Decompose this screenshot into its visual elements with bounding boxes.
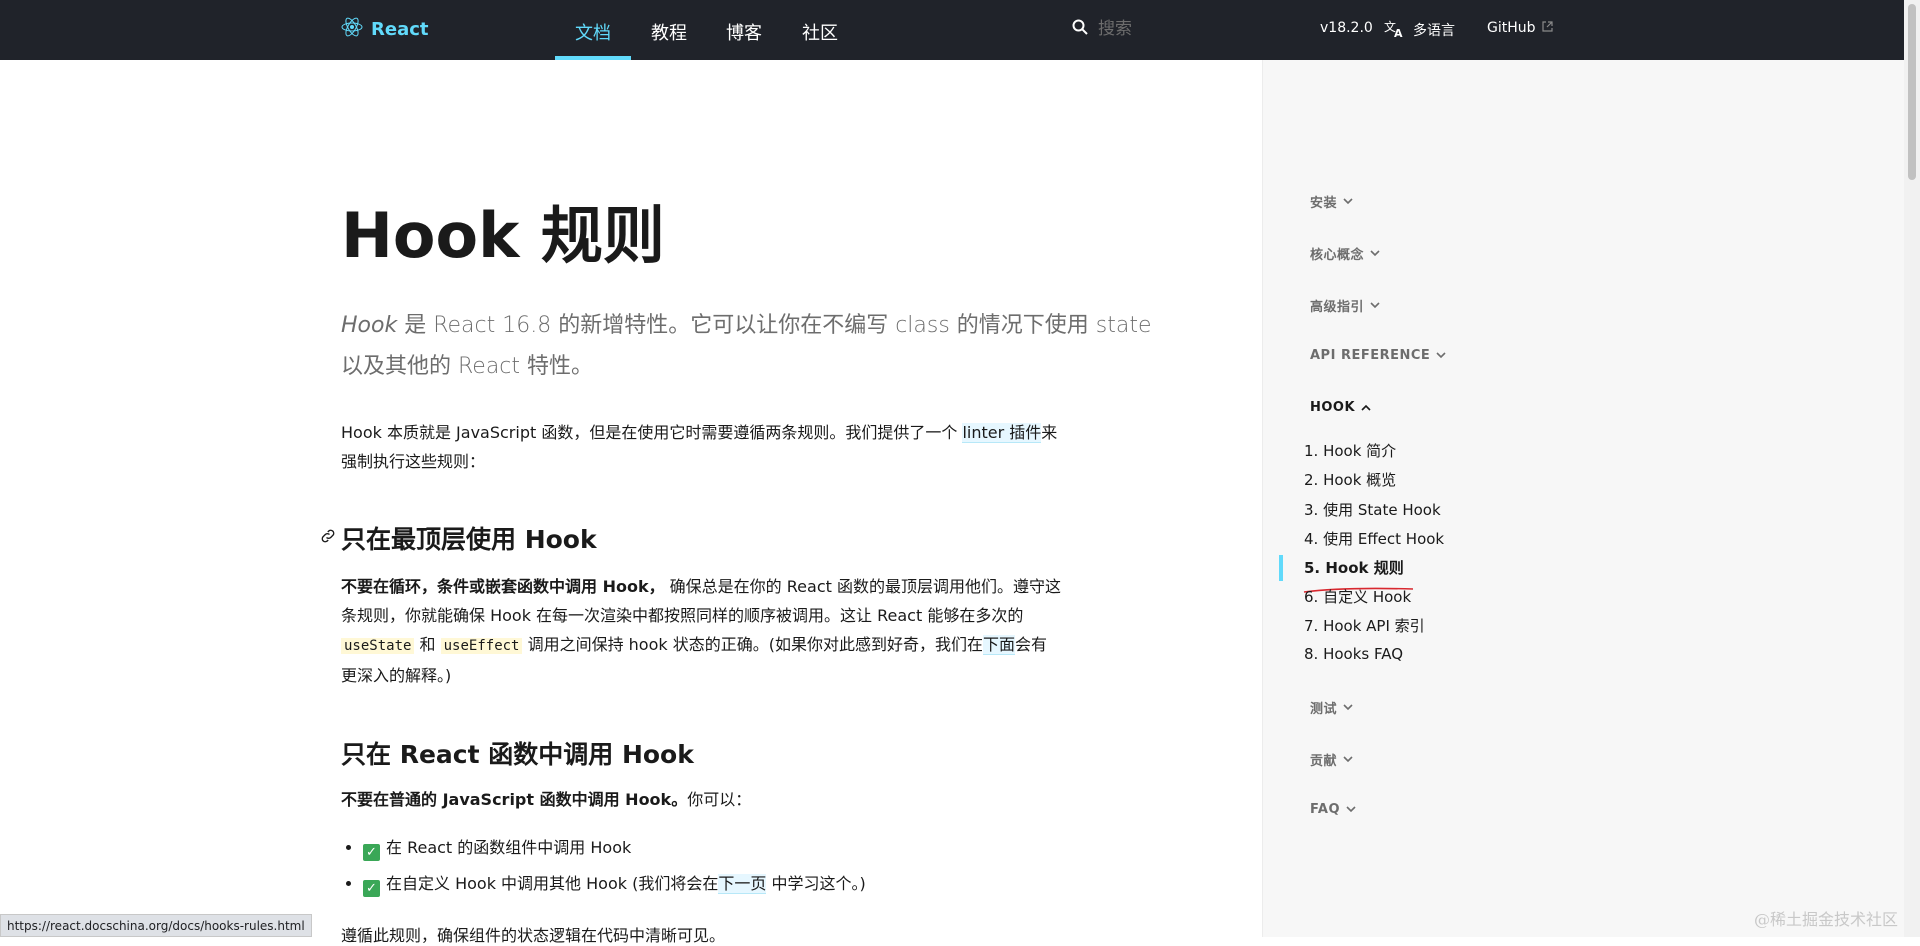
language-selector[interactable]: 文 A 多语言 — [1384, 18, 1455, 42]
cutoff-paragraph: 遵循此规则，确保组件的状态逻辑在代码中清晰可见。 — [341, 926, 726, 945]
chevron-down-icon — [1370, 298, 1380, 313]
browser-status-url: https://react.docschina.org/docs/hooks-r… — [0, 914, 312, 937]
list-item-text-after: 中学习这个。) — [766, 874, 866, 893]
rules-list: ✓ 在 React 的函数组件中调用 Hook ✓ 在自定义 Hook 中调用其他 … — [341, 830, 1263, 902]
active-item-marker — [1279, 555, 1283, 581]
check-mark-icon: ✓ — [363, 844, 380, 861]
section-label: HOOK — [1310, 400, 1356, 415]
sidebar-section-api-reference[interactable]: API REFERENCE — [1310, 348, 1446, 363]
sidebar-item-hook-api[interactable]: 7. Hook API 索引 — [1304, 615, 1425, 636]
list-item: ✓ 在自定义 Hook 中调用其他 Hook (我们将会在下一页 中学习这个。) — [363, 866, 1263, 902]
anchor-link-icon[interactable] — [320, 528, 336, 548]
react-logo-icon — [341, 16, 363, 42]
search-box — [1072, 18, 1250, 40]
section-label: 测试 — [1310, 702, 1338, 717]
next-page-link[interactable]: 下一页 — [718, 874, 767, 894]
code-usestate: useState — [341, 638, 415, 654]
sidebar-section-core-concepts[interactable]: 核心概念 — [1310, 244, 1380, 263]
section-label: 核心概念 — [1310, 248, 1365, 263]
chevron-down-icon — [1370, 246, 1380, 261]
list-item: ✓ 在 React 的函数组件中调用 Hook — [363, 830, 1263, 866]
section1-text-3: 调用之间保持 hook 状态的正确。(如果你对此感到好奇，我们在 — [522, 635, 983, 654]
sidebar-item-state-hook[interactable]: 3. 使用 State Hook — [1304, 499, 1441, 520]
scrollbar-thumb[interactable] — [1908, 4, 1916, 180]
linter-plugin-link[interactable]: linter 插件 — [962, 423, 1042, 443]
search-input[interactable] — [1096, 18, 1250, 40]
watermark: @稀土掘金技术社区 — [1753, 910, 1898, 929]
check-mark-icon: ✓ — [363, 880, 380, 897]
active-tab-indicator — [555, 56, 631, 60]
nav-tab-tutorial[interactable]: 教程 — [651, 19, 687, 45]
sidebar-item-hook-rules[interactable]: 5. Hook 规则 — [1304, 557, 1404, 578]
nav-tab-blog[interactable]: 博客 — [726, 19, 762, 45]
logo-link[interactable]: React — [341, 16, 429, 42]
lead-em: Hook — [341, 313, 398, 338]
docs-sidebar: 安装 核心概念 高级指引 API REFERENCE HOOK 1. Hook … — [1262, 60, 1905, 937]
section2-paragraph: 不要在普通的 JavaScript 函数中调用 Hook。你可以： — [341, 785, 1061, 814]
section-label: 高级指引 — [1310, 300, 1365, 315]
sidebar-section-advanced[interactable]: 高级指引 — [1310, 296, 1380, 315]
section2-bold: 不要在普通的 JavaScript 函数中调用 Hook。 — [341, 790, 688, 809]
section-label: 贡献 — [1310, 754, 1338, 769]
section-label: FAQ — [1310, 802, 1341, 817]
external-link-icon — [1541, 20, 1553, 36]
nav-tab-community[interactable]: 社区 — [802, 19, 838, 45]
page-scrollbar[interactable] — [1904, 0, 1920, 937]
list-item-text: 在自定义 Hook 中调用其他 Hook (我们将会在 — [386, 874, 719, 893]
intro-paragraph: Hook 本质就是 JavaScript 函数，但是在使用它时需要遵循两条规则。… — [341, 418, 1061, 476]
search-icon — [1072, 19, 1088, 39]
code-useeffect: useEffect — [440, 638, 523, 654]
translate-icon: 文 A — [1384, 18, 1406, 42]
section2-text: 你可以： — [687, 790, 752, 809]
sidebar-item-hook-overview[interactable]: 2. Hook 概览 — [1304, 469, 1396, 490]
version-link[interactable]: v18.2.0 — [1320, 20, 1373, 36]
section-label: 安装 — [1310, 196, 1338, 211]
github-label: GitHub — [1487, 20, 1536, 36]
lead-paragraph: Hook 是 React 16.8 的新增特性。它可以让你在不编写 class … — [341, 305, 1166, 387]
chevron-down-icon — [1343, 194, 1353, 209]
sidebar-item-effect-hook[interactable]: 4. 使用 Effect Hook — [1304, 528, 1444, 549]
sidebar-item-hooks-faq[interactable]: 8. Hooks FAQ — [1304, 645, 1403, 663]
sidebar-section-faq[interactable]: FAQ — [1310, 802, 1356, 817]
chevron-down-icon — [1346, 802, 1356, 817]
svg-text:A: A — [1394, 27, 1403, 38]
sidebar-section-install[interactable]: 安装 — [1310, 192, 1353, 211]
section-label: API REFERENCE — [1310, 348, 1431, 363]
chevron-up-icon — [1361, 400, 1371, 415]
page-title: Hook 规则 — [341, 199, 665, 272]
logo-text: React — [371, 18, 429, 40]
top-navbar: React 文档 教程 博客 社区 v18.2.0 文 A 多语言 GitHub — [0, 0, 1904, 60]
sidebar-section-testing[interactable]: 测试 — [1310, 698, 1353, 717]
section-title-react-functions: 只在 React 函数中调用 Hook — [341, 740, 694, 769]
section1-text-2: 和 — [414, 635, 441, 654]
lead-text: 是 React 16.8 的新增特性。它可以让你在不编写 class 的情况下使… — [341, 313, 1152, 379]
intro-text: Hook 本质就是 JavaScript 函数，但是在使用它时需要遵循两条规则。… — [341, 423, 963, 442]
chevron-down-icon — [1436, 348, 1446, 363]
sidebar-section-contributing[interactable]: 贡献 — [1310, 750, 1353, 769]
github-link[interactable]: GitHub — [1487, 20, 1553, 36]
section1-bold: 不要在循环，条件或嵌套函数中调用 Hook， — [341, 577, 665, 596]
explanation-below-link[interactable]: 下面 — [982, 635, 1015, 655]
section1-paragraph: 不要在循环，条件或嵌套函数中调用 Hook， 确保总是在你的 React 函数的… — [341, 572, 1061, 690]
list-item-text: 在 React 的函数组件中调用 Hook — [386, 838, 632, 857]
section-title-top-level: 只在最顶层使用 Hook — [341, 525, 597, 554]
sidebar-item-custom-hook[interactable]: 6. 自定义 Hook — [1304, 586, 1411, 607]
sidebar-item-hook-intro[interactable]: 1. Hook 简介 — [1304, 440, 1396, 461]
sidebar-section-hook[interactable]: HOOK — [1310, 400, 1371, 415]
nav-tab-docs[interactable]: 文档 — [575, 19, 611, 45]
chevron-down-icon — [1343, 752, 1353, 767]
language-label: 多语言 — [1413, 23, 1455, 39]
chevron-down-icon — [1343, 700, 1353, 715]
